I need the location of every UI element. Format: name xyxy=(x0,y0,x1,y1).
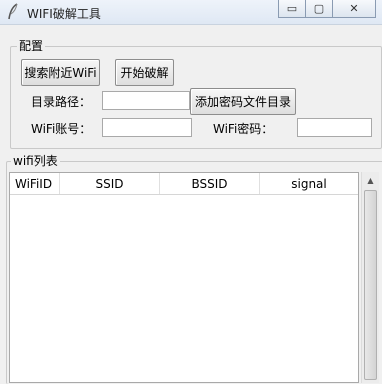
title-bar: WIFI破解工具 ▭ ▢ ✕ xyxy=(0,0,382,25)
column-header-bssid[interactable]: BSSID xyxy=(160,173,260,194)
window-title: WIFI破解工具 xyxy=(27,7,101,21)
window-controls: ▭ ▢ ✕ xyxy=(278,0,376,19)
column-header-signal[interactable]: signal xyxy=(260,173,358,194)
wifi-table[interactable]: WiFiID SSID BSSID signal xyxy=(9,172,359,383)
start-crack-button[interactable]: 开始破解 xyxy=(115,59,174,86)
wifi-list-group-label: wifi列表 xyxy=(11,154,60,168)
wifi-table-header: WiFiID SSID BSSID signal xyxy=(10,173,358,195)
scroll-up-icon[interactable]: ▲ xyxy=(362,172,379,188)
dir-path-input[interactable] xyxy=(102,91,190,110)
minimize-button[interactable]: ▭ xyxy=(278,0,306,18)
column-header-ssid[interactable]: SSID xyxy=(60,173,160,194)
add-password-dir-button[interactable]: 添加密码文件目录 xyxy=(190,88,296,115)
wifi-password-input[interactable] xyxy=(297,118,372,137)
maximize-icon: ▢ xyxy=(313,2,325,15)
minimize-icon: ▭ xyxy=(286,2,298,15)
config-group-label: 配置 xyxy=(17,39,46,53)
table-scrollbar[interactable]: ▲ xyxy=(361,172,379,383)
feather-app-icon xyxy=(8,3,18,20)
scan-wifi-button[interactable]: 搜索附近WiFi xyxy=(21,59,100,86)
scrollbar-thumb[interactable] xyxy=(364,190,377,380)
column-header-wifiid[interactable]: WiFiID xyxy=(10,173,60,194)
maximize-button[interactable]: ▢ xyxy=(306,0,333,18)
wifi-password-label: WiFi密码： xyxy=(213,122,274,136)
close-icon: ✕ xyxy=(349,2,359,15)
dir-path-label: 目录路径： xyxy=(31,95,92,109)
wifi-account-input[interactable] xyxy=(102,118,192,137)
wifi-account-label: WiFi账号： xyxy=(31,122,92,136)
close-button[interactable]: ✕ xyxy=(333,0,376,18)
